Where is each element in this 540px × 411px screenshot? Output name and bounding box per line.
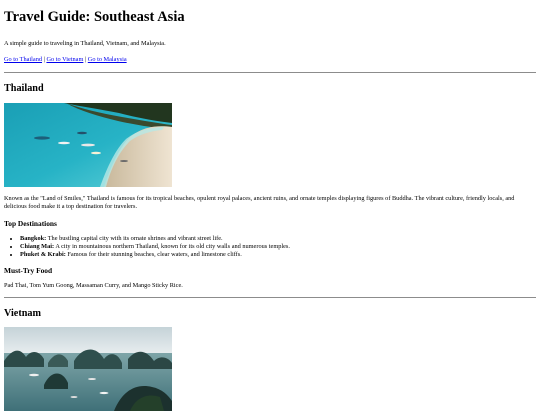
divider [4, 72, 536, 74]
thailand-section: Thailand Known as the "Land of Smiles," … [4, 83, 536, 291]
destinations-heading: Top Destinations [4, 218, 57, 228]
destination-text: The bustling capital city with its ornat… [46, 234, 223, 242]
nav-link-vietnam[interactable]: Go to Vietnam [46, 56, 83, 63]
destination-text: Famous for their stunning beaches, clear… [65, 251, 242, 259]
nav-link-malaysia[interactable]: Go to Malaysia [88, 56, 127, 63]
list-item: Chiang Mai: A city in mountainous northe… [20, 243, 536, 251]
vietnam-heading: Vietnam [4, 307, 41, 319]
thailand-beach-image [4, 102, 172, 187]
vietnam-section: Vietnam [4, 308, 536, 411]
nav-separator: | [43, 56, 45, 64]
nav-separator: | [84, 56, 87, 64]
food-text: Pad Thai, Tom Yum Goong, Massaman Curry,… [4, 282, 183, 290]
intro-text: A simple guide to traveling in Thailand,… [4, 39, 166, 47]
page-title: Travel Guide: Southeast Asia [4, 9, 185, 25]
section-nav: Go to Thailand | Go to Vietnam | Go to M… [4, 56, 536, 63]
destinations-list: Bangkok: The bustling capital city with … [4, 235, 536, 260]
food-heading: Must-Try Food [4, 266, 53, 276]
divider [4, 296, 536, 298]
thailand-heading: Thailand [4, 83, 44, 95]
vietnam-bay-image [4, 327, 172, 411]
list-item: Bangkok: The bustling capital city with … [20, 235, 536, 243]
destination-name: Phuket & Krabi: [20, 251, 66, 259]
destination-name: Chiang Mai: [20, 242, 55, 250]
thailand-description: Known as the "Land of Smiles," Thailand … [4, 194, 515, 211]
destination-name: Bangkok: [20, 234, 47, 242]
nav-link-thailand[interactable]: Go to Thailand [4, 56, 42, 63]
destination-text: A city in mountainous northern Thailand,… [54, 242, 290, 250]
list-item: Phuket & Krabi: Famous for their stunnin… [20, 251, 536, 259]
page: Travel Guide: Southeast Asia A simple gu… [0, 0, 540, 411]
